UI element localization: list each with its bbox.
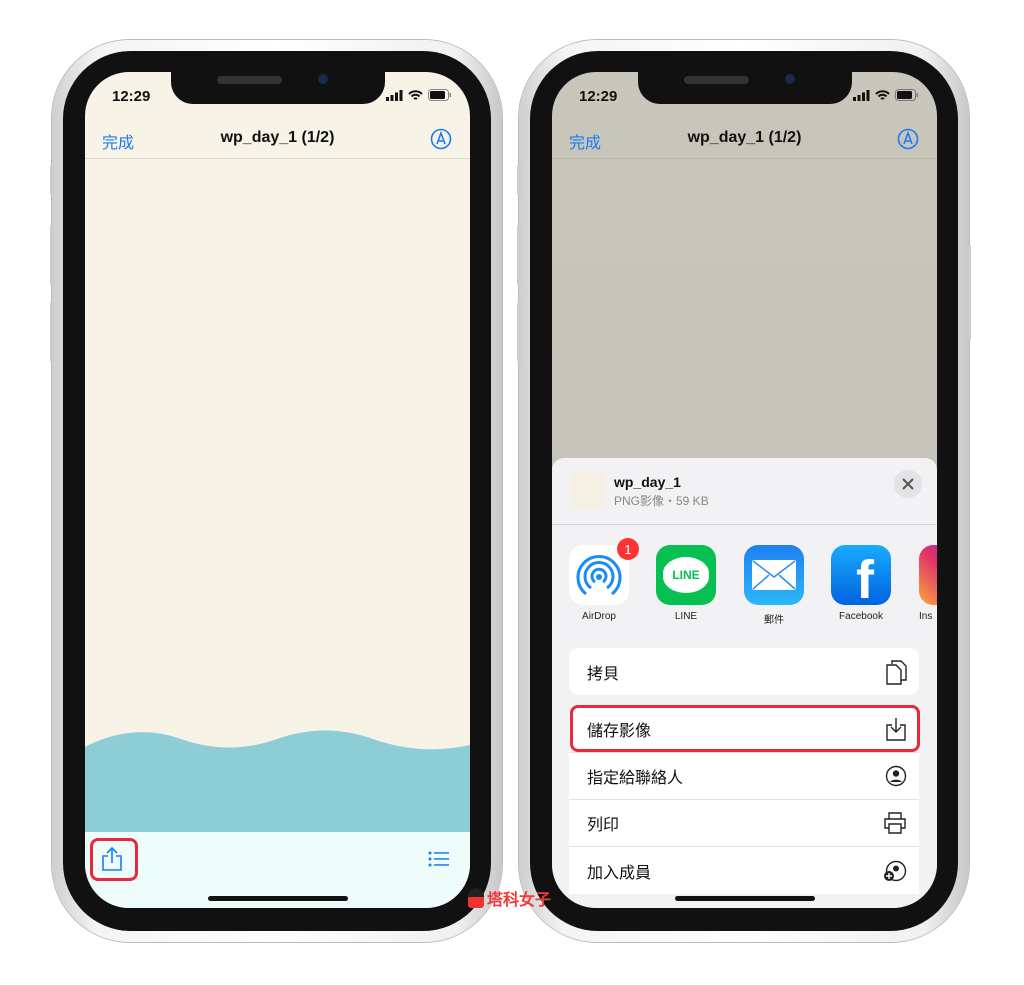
action-add-member[interactable]: 加入成員 <box>569 847 919 894</box>
nav-bar: 完成 wp_day_1 (1/2) <box>552 122 937 159</box>
file-info: PNG影像・59 KB <box>614 494 709 508</box>
action-assign-contact[interactable]: 指定給聯絡人 <box>569 753 919 800</box>
app-instagram[interactable]: Ins <box>919 545 937 622</box>
right-phone: 12:29 完成 wp_day_1 (1/2) wp_day_1 PNG影像・5… <box>517 40 971 942</box>
wifi-icon <box>875 89 890 100</box>
signal-icon <box>853 89 870 101</box>
mail-icon <box>752 560 796 590</box>
left-phone: 12:29 完成 wp_day_1 (1/2) <box>50 40 502 942</box>
page-title: wp_day_1 (1/2) <box>687 129 802 146</box>
save-image-highlight <box>570 705 920 752</box>
copy-icon <box>886 659 907 685</box>
action-print[interactable]: 列印 <box>569 800 919 847</box>
list-icon[interactable] <box>428 851 450 867</box>
close-icon <box>902 478 914 490</box>
share-button-highlight <box>90 838 138 881</box>
close-button[interactable] <box>894 470 922 498</box>
instagram-icon <box>919 545 937 605</box>
page-title: wp_day_1 (1/2) <box>220 129 335 146</box>
wave-image <box>85 730 470 832</box>
app-line[interactable]: LINE LINE <box>656 545 716 622</box>
add-member-icon <box>884 860 907 881</box>
app-airdrop[interactable]: 1 AirDrop <box>569 538 639 622</box>
wifi-icon <box>408 89 423 100</box>
watermark: 塔科女子 <box>468 886 551 910</box>
status-time: 12:29 <box>112 88 151 105</box>
right-screen: 12:29 完成 wp_day_1 (1/2) wp_day_1 PNG影像・5… <box>552 72 937 908</box>
action-copy[interactable]: 拷貝 <box>569 648 919 695</box>
status-icons <box>853 89 919 101</box>
share-sheet: wp_day_1 PNG影像・59 KB 1 AirDrop LINE LINE… <box>552 458 937 908</box>
signal-icon <box>386 89 403 101</box>
app-mail[interactable]: 郵件 <box>744 545 804 626</box>
airdrop-icon <box>576 555 622 596</box>
airdrop-badge: 1 <box>617 538 639 560</box>
facebook-icon: f <box>856 550 874 610</box>
status-time: 12:29 <box>579 88 618 105</box>
markup-icon[interactable] <box>897 128 919 150</box>
nav-bar: 完成 wp_day_1 (1/2) <box>85 122 470 159</box>
print-icon <box>884 812 906 834</box>
app-facebook[interactable]: f Facebook <box>831 545 891 622</box>
file-name: wp_day_1 <box>614 474 681 490</box>
left-screen: 12:29 完成 wp_day_1 (1/2) <box>85 72 470 908</box>
line-icon: LINE <box>663 557 709 593</box>
battery-icon <box>895 89 918 101</box>
file-thumbnail <box>570 472 606 508</box>
markup-icon[interactable] <box>430 128 452 150</box>
watermark-avatar-icon <box>468 888 484 908</box>
contact-icon <box>885 765 907 787</box>
status-icons <box>386 89 452 101</box>
battery-icon <box>428 89 451 101</box>
